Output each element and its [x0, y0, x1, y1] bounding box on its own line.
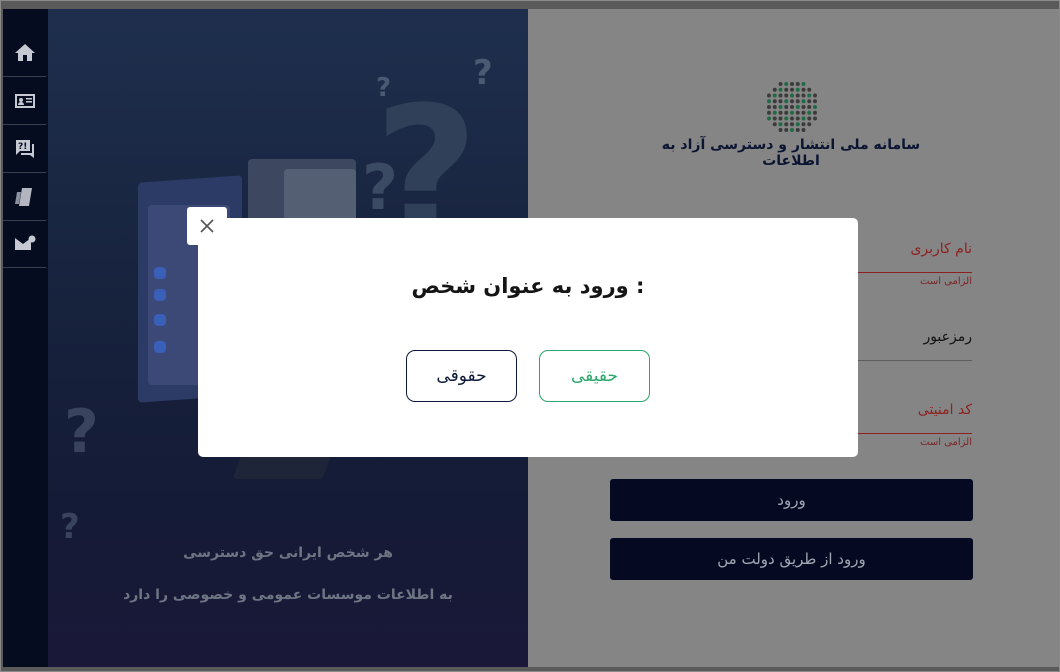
illustration-caption-line2: به اطلاعات موسسات عمومی و خصوصی را دارد — [123, 587, 453, 603]
captcha-label: کد امنیتی — [917, 402, 972, 418]
logo-text: سامانه ملی انتشار و دسترسی آزاد به اطلاع… — [661, 137, 921, 169]
question-mark-decoration: ? — [473, 53, 493, 93]
modal-close-button[interactable] — [187, 207, 227, 245]
sidebar: ?! — [3, 9, 48, 667]
sidebar-item-requests[interactable]: ?! — [3, 126, 46, 173]
sidebar-item-profile[interactable] — [3, 78, 46, 125]
question-mark-decoration: ? — [376, 73, 392, 103]
legal-person-button[interactable]: حقوقی — [406, 350, 517, 402]
checkbox-illustration — [154, 341, 166, 353]
login-button[interactable]: ورود — [610, 479, 973, 521]
username-label: نام کاربری — [910, 241, 972, 257]
svg-text:?!: ?! — [18, 142, 27, 152]
question-mark-decoration: ? — [64, 397, 99, 467]
checkbox-illustration — [154, 314, 166, 326]
documents-icon — [14, 188, 32, 206]
real-person-button[interactable]: حقیقی — [539, 350, 650, 402]
question-mark-decoration: ? — [60, 507, 80, 547]
mail-icon — [14, 235, 35, 250]
close-icon — [200, 219, 214, 233]
checkbox-illustration — [154, 267, 166, 279]
home-icon — [14, 44, 35, 61]
logo-icon — [767, 82, 817, 132]
sidebar-item-home[interactable] — [3, 30, 46, 77]
question-mark-decoration: ? — [362, 151, 398, 224]
person-type-modal: ورود به عنوان شخص : حقوقی حقیقی — [198, 218, 858, 457]
id-card-icon — [14, 94, 35, 108]
illustration-caption-line1: هر شخص ایرانی حق دسترسی — [183, 545, 393, 561]
question-chat-icon: ?! — [15, 140, 34, 158]
modal-title: ورود به عنوان شخص : — [411, 274, 645, 298]
checkbox-illustration — [154, 289, 166, 301]
app-window: ?! ? ? ? ? ? ? هر شخص ایرانی حق دسترسی ب… — [0, 0, 1060, 672]
sidebar-item-documents[interactable] — [3, 174, 46, 221]
password-label: رمزعبور — [923, 329, 972, 345]
gov-login-button[interactable]: ورود از طریق دولت من — [610, 538, 973, 580]
sidebar-item-messages[interactable] — [3, 221, 46, 268]
